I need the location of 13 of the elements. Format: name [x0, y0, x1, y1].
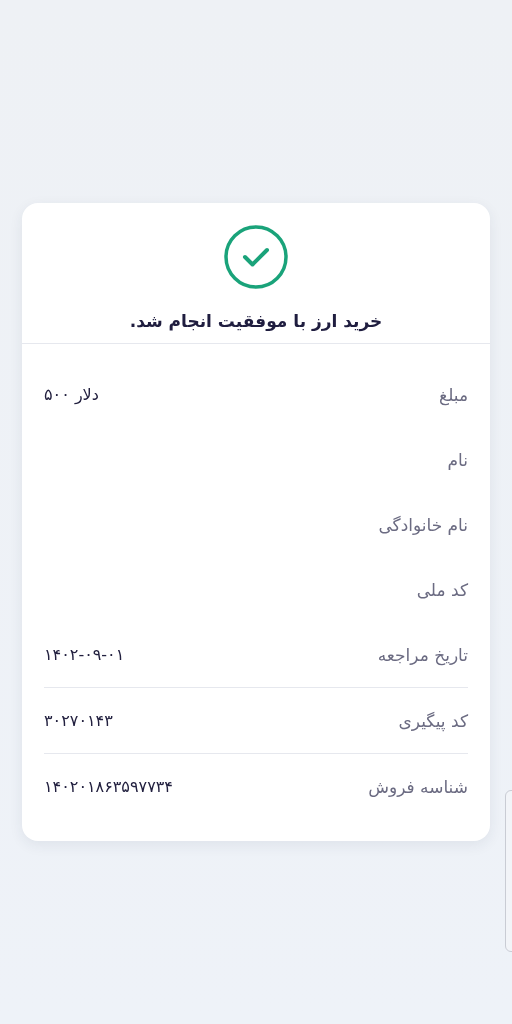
field-value: ۱۴۰۲-۰۹-۰۱: [44, 645, 125, 664]
field-label: مبلغ: [439, 384, 468, 405]
success-title: خرید ارز با موفقیت انجام شد.: [129, 311, 383, 331]
field-label: نام: [447, 449, 468, 470]
field-label: نام خانوادگی: [378, 514, 468, 535]
field-value: ۳۰۲۷۰۱۴۳: [44, 711, 113, 730]
field-label: کد پیگیری: [398, 710, 468, 731]
check-circle-icon: [224, 225, 288, 289]
field-value: ۵۰۰ دلار: [44, 385, 99, 404]
field-label: شناسه فروش: [368, 776, 468, 797]
field-label: تاریخ مراجعه: [377, 644, 468, 665]
field-label: کد ملی: [416, 579, 468, 600]
field-value: ۱۴۰۲۰۱۸۶۳۵۹۷۷۳۴: [44, 777, 173, 796]
